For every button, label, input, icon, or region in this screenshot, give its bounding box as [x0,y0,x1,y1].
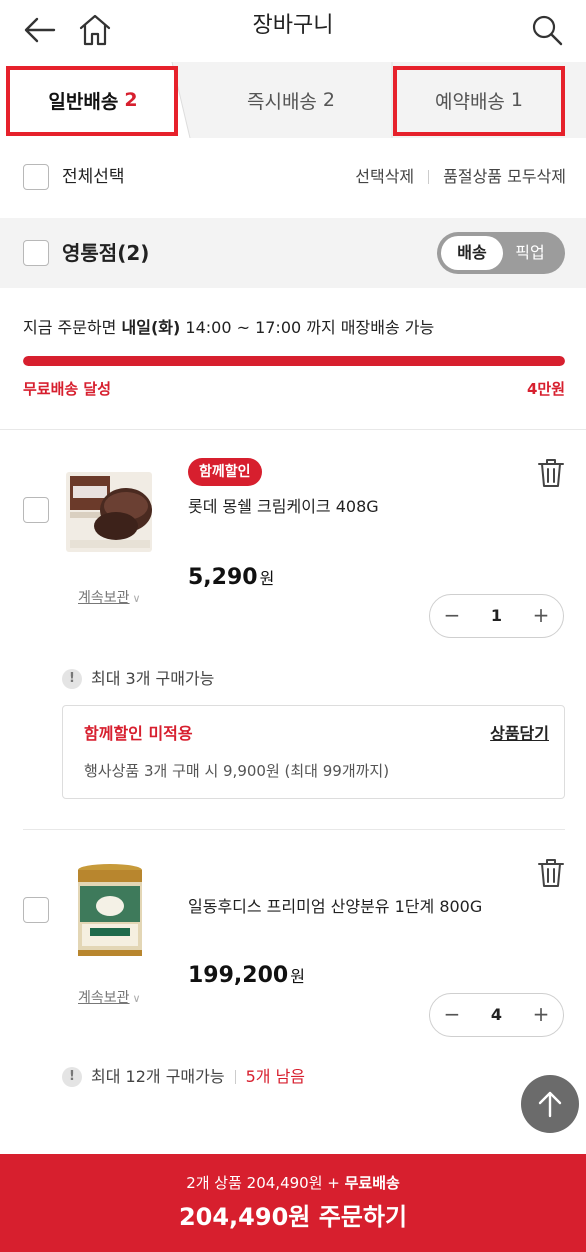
tab-count: 2 [124,89,138,111]
product-image [78,864,142,956]
keep-label: 계속보관 [78,990,130,1006]
keep-item-link[interactable]: 계속보관 ∨ [78,988,141,1009]
item-checkbox[interactable] [23,897,49,923]
tab-count: 2 [322,89,335,111]
exclamation-icon: ! [62,1067,82,1087]
price-currency: 원 [259,569,275,588]
free-shipping-text: 무료배송 [344,1174,400,1192]
price-value: 5,290 [188,565,258,590]
quantity-value[interactable]: 4 [470,994,523,1036]
price-currency: 원 [290,967,305,986]
delivery-notice: 지금 주문하면 내일(화) 14:00 ~ 17:00 까지 매장배송 가능 [23,316,434,340]
home-icon[interactable] [75,10,115,50]
decrease-quantity-button[interactable]: − [432,994,472,1036]
keep-item-link[interactable]: 계속보관 ∨ [78,588,141,609]
search-icon[interactable] [527,10,567,50]
tab-general-delivery[interactable]: 일반배송 2 [8,62,178,138]
tab-label: 일반배송 [48,90,119,113]
arrow-up-icon [538,1091,562,1118]
limit-text: 최대 12개 구매가능 [91,1067,225,1086]
divider [0,429,586,430]
tab-count: 1 [510,89,523,111]
discount-badge: 함께할인 [188,458,262,486]
delete-selected-button[interactable]: 선택삭제 [355,164,414,190]
exclamation-icon: ! [62,669,82,689]
notice-prefix: 지금 주문하면 [23,318,122,337]
keep-label: 계속보관 [78,590,130,606]
free-shipping-progress [23,356,565,366]
promo-description: 행사상품 3개 구매 시 9,900원 (최대 99개까지) [84,762,390,780]
limit-text: 최대 3개 구매가능 [91,669,215,688]
promo-box: 함께할인 미적용 상품담기 행사상품 3개 구매 시 9,900원 (최대 99… [62,705,565,799]
increase-quantity-button[interactable]: + [521,994,561,1036]
free-shipping-threshold: 4만원 [526,380,565,398]
trash-icon[interactable] [537,858,565,888]
purchase-limit: ! 최대 12개 구매가능 5개 남음 [62,1065,305,1089]
summary-text: 2개 상품 204,490원 + [186,1174,345,1192]
product-price: 199,200 원 [188,961,305,992]
chevron-down-icon: ∨ [132,592,141,605]
stock-remaining: 5개 남음 [245,1067,306,1086]
tab-instant-delivery[interactable]: 즉시배송 2 [190,62,392,138]
chevron-down-icon: ∨ [132,992,141,1005]
delete-soldout-button[interactable]: 품절상품 모두삭제 [443,164,566,190]
promo-title: 함께할인 미적용 [84,724,193,743]
divider [234,1070,236,1084]
order-cta: 204,490원 주문하기 [178,1203,408,1231]
divider [23,829,565,830]
delivery-pickup-toggle[interactable]: 배송 픽업 [437,232,565,274]
tab-label: 즉시배송 [246,90,317,113]
add-product-link[interactable]: 상품담기 [490,722,549,746]
app-header: 장바구니 [0,0,586,60]
scroll-top-button[interactable] [521,1075,579,1133]
select-all-row: 전체선택 선택삭제 품절상품 모두삭제 [0,140,586,216]
bulk-actions: 선택삭제 품절상품 모두삭제 [355,164,566,190]
store-name: 영통점(2) [62,241,150,265]
product-image [66,472,152,552]
product-name: 롯데 몽쉘 크림케이크 408G [188,497,379,516]
notice-time: 14:00 ~ 17:00 [180,318,302,337]
item-checkbox[interactable] [23,497,49,523]
price-value: 199,200 [188,963,289,988]
tab-label: 예약배송 [434,90,505,113]
quantity-value[interactable]: 1 [470,595,523,637]
decrease-quantity-button[interactable]: − [432,595,472,637]
product-price: 5,290 원 [188,563,274,594]
progress-fill [23,356,565,366]
divider [428,170,430,184]
order-button[interactable]: 2개 상품 204,490원 + 무료배송 204,490원 주문하기 [0,1154,586,1252]
purchase-limit: ! 최대 3개 구매가능 [62,667,214,691]
quantity-stepper: − 1 + [429,594,564,638]
notice-suffix: 까지 매장배송 가능 [301,318,435,337]
store-header: 영통점(2) 배송 픽업 [0,218,586,288]
select-all-label: 전체선택 [62,167,125,187]
toggle-pickup-option[interactable]: 픽업 [499,236,561,270]
quantity-stepper: − 4 + [429,993,564,1037]
trash-icon[interactable] [537,458,565,488]
increase-quantity-button[interactable]: + [521,595,561,637]
store-checkbox[interactable] [23,240,49,266]
tab-reserved-delivery[interactable]: 예약배송 1 [394,62,564,138]
product-name: 일동후디스 프리미엄 산양분유 1단계 800G [188,897,483,916]
order-summary: 2개 상품 204,490원 + 무료배송 [0,1172,586,1194]
toggle-delivery-option[interactable]: 배송 [441,236,503,270]
back-arrow-icon[interactable] [20,10,60,50]
select-all-checkbox[interactable] [23,164,49,190]
free-shipping-label: 무료배송 달성 [23,380,112,398]
delivery-tabs: 일반배송 2 즉시배송 2 예약배송 1 [0,62,586,138]
notice-day: 내일(화) [121,318,181,337]
